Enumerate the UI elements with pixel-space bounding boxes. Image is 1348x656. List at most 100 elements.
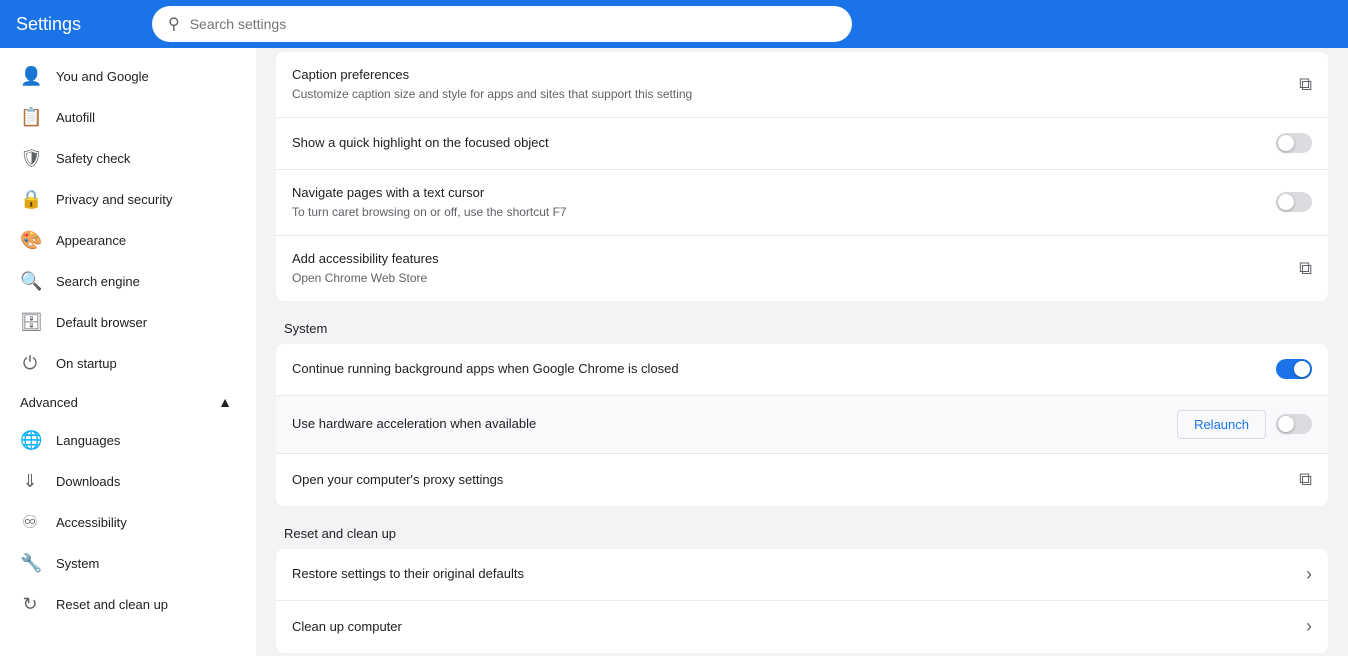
sidebar-item-autofill[interactable]: 📋 Autofill — [0, 97, 248, 138]
add-accessibility-item[interactable]: Add accessibility features Open Chrome W… — [276, 236, 1328, 301]
quick-highlight-item: Show a quick highlight on the focused ob… — [276, 118, 1328, 170]
sidebar-item-system[interactable]: 🔧 System — [0, 543, 248, 584]
sidebar-item-search-engine[interactable]: 🔍 Search engine — [0, 261, 248, 302]
power-icon: ⏻ — [20, 353, 40, 374]
proxy-settings-left: Open your computer's proxy settings — [292, 471, 1283, 489]
sidebar-label-reset-clean: Reset and clean up — [56, 597, 168, 612]
sidebar-item-on-startup[interactable]: ⏻ On startup — [0, 343, 248, 384]
reset-card: Restore settings to their original defau… — [276, 549, 1328, 653]
quick-highlight-left: Show a quick highlight on the focused ob… — [292, 134, 1260, 152]
download-icon: ⇓ — [20, 471, 40, 492]
caption-preferences-item[interactable]: Caption preferences Customize caption si… — [276, 52, 1328, 118]
sidebar-item-languages[interactable]: 🌐 Languages — [0, 420, 248, 461]
text-cursor-left: Navigate pages with a text cursor To tur… — [292, 184, 1260, 221]
hardware-acceleration-left: Use hardware acceleration when available — [292, 415, 1161, 433]
browser-icon: 🗄 — [20, 312, 40, 333]
sidebar-label-accessibility: Accessibility — [56, 515, 127, 530]
background-apps-title: Continue running background apps when Go… — [292, 360, 1260, 378]
clean-up-computer-left: Clean up computer — [292, 618, 1290, 636]
search-box: ⚲ — [152, 6, 852, 42]
text-cursor-sub: To turn caret browsing on or off, use th… — [292, 204, 1260, 221]
advanced-label: Advanced — [20, 395, 78, 410]
sidebar: 👤 You and Google 📋 Autofill 🛡 Safety che… — [0, 48, 256, 656]
quick-highlight-toggle[interactable] — [1276, 133, 1312, 153]
system-section-title: System — [284, 321, 1328, 336]
arrow-right-icon-2: › — [1306, 616, 1312, 637]
text-cursor-right — [1276, 192, 1312, 212]
text-cursor-thumb — [1278, 194, 1294, 210]
add-accessibility-right: ⧉ — [1299, 258, 1312, 279]
accessibility-card: Caption preferences Customize caption si… — [276, 52, 1328, 301]
caption-preferences-left: Caption preferences Customize caption si… — [292, 66, 1283, 103]
sidebar-item-safety-check[interactable]: 🛡 Safety check — [0, 138, 248, 179]
sidebar-label-system: System — [56, 556, 99, 571]
sidebar-label-search-engine: Search engine — [56, 274, 140, 289]
sidebar-label-default-browser: Default browser — [56, 315, 147, 330]
top-bar: Settings ⚲ — [0, 0, 1348, 48]
restore-defaults-right: › — [1306, 564, 1312, 585]
quick-highlight-thumb — [1278, 135, 1294, 151]
system-icon: 🔧 — [20, 553, 40, 574]
sidebar-label-privacy-security: Privacy and security — [56, 192, 172, 207]
quick-highlight-title: Show a quick highlight on the focused ob… — [292, 134, 1260, 152]
background-apps-thumb — [1294, 361, 1310, 377]
external-link-icon: ⧉ — [1299, 74, 1312, 95]
restore-defaults-title: Restore settings to their original defau… — [292, 565, 1290, 583]
search-icon: ⚲ — [168, 14, 180, 34]
sidebar-item-appearance[interactable]: 🎨 Appearance — [0, 220, 248, 261]
sidebar-label-autofill: Autofill — [56, 110, 95, 125]
arrow-right-icon: › — [1306, 564, 1312, 585]
clean-up-computer-right: › — [1306, 616, 1312, 637]
accessibility-icon: ♾ — [20, 512, 40, 533]
caption-preferences-right: ⧉ — [1299, 74, 1312, 95]
background-apps-right — [1276, 359, 1312, 379]
sidebar-label-you-and-google: You and Google — [56, 69, 149, 84]
clean-up-computer-title: Clean up computer — [292, 618, 1290, 636]
sidebar-label-safety-check: Safety check — [56, 151, 130, 166]
reset-section-title: Reset and clean up — [284, 526, 1328, 541]
sidebar-label-downloads: Downloads — [56, 474, 120, 489]
system-card: Continue running background apps when Go… — [276, 344, 1328, 506]
add-accessibility-left: Add accessibility features Open Chrome W… — [292, 250, 1283, 287]
globe-icon: 🌐 — [20, 430, 40, 451]
restore-defaults-item[interactable]: Restore settings to their original defau… — [276, 549, 1328, 601]
hardware-acceleration-toggle[interactable] — [1276, 414, 1312, 434]
palette-icon: 🎨 — [20, 230, 40, 251]
search-input[interactable] — [190, 16, 836, 32]
proxy-settings-right: ⧉ — [1299, 469, 1312, 490]
sidebar-advanced-toggle[interactable]: Advanced ▲ — [0, 384, 248, 420]
caption-preferences-title: Caption preferences — [292, 66, 1283, 84]
external-link-icon-3: ⧉ — [1299, 469, 1312, 490]
sidebar-item-privacy-security[interactable]: 🔒 Privacy and security — [0, 179, 248, 220]
add-accessibility-title: Add accessibility features — [292, 250, 1283, 268]
sidebar-item-accessibility[interactable]: ♾ Accessibility — [0, 502, 248, 543]
privacy-icon: 🔒 — [20, 189, 40, 210]
background-apps-toggle[interactable] — [1276, 359, 1312, 379]
proxy-settings-title: Open your computer's proxy settings — [292, 471, 1283, 489]
sidebar-item-you-and-google[interactable]: 👤 You and Google — [0, 56, 248, 97]
text-cursor-title: Navigate pages with a text cursor — [292, 184, 1260, 202]
autofill-icon: 📋 — [20, 107, 40, 128]
clean-up-computer-item[interactable]: Clean up computer › — [276, 601, 1328, 653]
reset-icon: ↻ — [20, 594, 40, 615]
text-cursor-toggle[interactable] — [1276, 192, 1312, 212]
proxy-settings-item[interactable]: Open your computer's proxy settings ⧉ — [276, 454, 1328, 506]
external-link-icon-2: ⧉ — [1299, 258, 1312, 279]
relaunch-button[interactable]: Relaunch — [1177, 410, 1266, 439]
add-accessibility-sub: Open Chrome Web Store — [292, 270, 1283, 287]
sidebar-item-reset-clean[interactable]: ↻ Reset and clean up — [0, 584, 248, 625]
hardware-acceleration-thumb — [1278, 416, 1294, 432]
hardware-acceleration-title: Use hardware acceleration when available — [292, 415, 1161, 433]
main-content: Caption preferences Customize caption si… — [256, 48, 1348, 656]
text-cursor-item: Navigate pages with a text cursor To tur… — [276, 170, 1328, 236]
quick-highlight-right — [1276, 133, 1312, 153]
sidebar-item-downloads[interactable]: ⇓ Downloads — [0, 461, 248, 502]
shield-icon: 🛡 — [20, 148, 40, 169]
hardware-acceleration-right: Relaunch — [1177, 410, 1312, 439]
chevron-up-icon: ▲ — [218, 394, 232, 410]
app-title: Settings — [16, 14, 136, 35]
caption-preferences-sub: Customize caption size and style for app… — [292, 86, 1283, 103]
sidebar-item-default-browser[interactable]: 🗄 Default browser — [0, 302, 248, 343]
layout: 👤 You and Google 📋 Autofill 🛡 Safety che… — [0, 48, 1348, 656]
sidebar-label-on-startup: On startup — [56, 356, 117, 371]
